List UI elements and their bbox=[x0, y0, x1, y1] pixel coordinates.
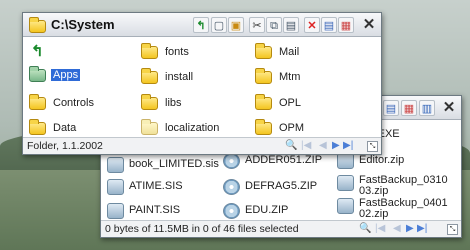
details-icon[interactable]: ▤ bbox=[321, 17, 337, 33]
cut-icon[interactable]: ✂ bbox=[249, 17, 265, 33]
folder-icon bbox=[255, 94, 272, 110]
file-item-defrag5[interactable]: DEFRAG5.ZIP bbox=[223, 178, 333, 200]
folder-item-libs[interactable]: libs bbox=[141, 94, 231, 113]
folder-label: Apps bbox=[51, 69, 81, 81]
folder-item-opm[interactable]: OPM bbox=[255, 119, 335, 138]
list-view-icon[interactable]: ▦ bbox=[401, 100, 417, 116]
front-window-close-button[interactable]: ✕ bbox=[360, 16, 378, 34]
folder-label: OPM bbox=[279, 122, 305, 134]
go-up-arrow-icon[interactable]: ↰ bbox=[31, 44, 44, 59]
folder-icon bbox=[255, 43, 272, 59]
back-status-text: 0 bytes of 11.5MB in 0 of 46 files selec… bbox=[105, 223, 299, 235]
front-window-titlebar[interactable]: C:\System ↰ ▢ ▣ ✂ ⧉ ▤ ✕ ▤ ▦ ✕ bbox=[23, 13, 381, 37]
folder-icon bbox=[141, 119, 158, 135]
icon-view-icon[interactable]: ▥ bbox=[419, 100, 435, 116]
back-status-bar: 0 bytes of 11.5MB in 0 of 46 files selec… bbox=[101, 220, 461, 237]
file-item-editor[interactable]: Editor.zip bbox=[337, 152, 447, 174]
folder-icon bbox=[255, 119, 272, 135]
zip-file-icon bbox=[223, 153, 240, 169]
up-arrow-icon[interactable]: ↰ bbox=[193, 17, 209, 33]
folder-label: install bbox=[165, 71, 194, 83]
folder-item-controls[interactable]: Controls bbox=[29, 94, 109, 113]
file-label: book_LIMITED.sis bbox=[129, 158, 219, 170]
folder-item-fonts[interactable]: fonts bbox=[141, 43, 231, 62]
folder-item-install[interactable]: install bbox=[141, 68, 231, 87]
next-page-icon[interactable]: ▶ bbox=[406, 223, 414, 235]
folder-label: localization bbox=[165, 122, 220, 134]
front-status-bar: Folder, 1.1.2002 🔍 |◀ ◀ ▶ ▶| ⤡ bbox=[23, 137, 381, 154]
list-view-icon[interactable]: ▦ bbox=[338, 17, 354, 33]
paste-icon[interactable]: ▤ bbox=[283, 17, 299, 33]
delete-icon[interactable]: ✕ bbox=[304, 17, 320, 33]
prev-page-icon[interactable]: ◀ bbox=[393, 223, 401, 235]
file-label: Editor.zip bbox=[359, 154, 405, 166]
file-label: DEFRAG5.ZIP bbox=[245, 180, 318, 192]
back-window-close-button[interactable]: ✕ bbox=[440, 99, 458, 117]
front-folder-window[interactable]: C:\System ↰ ▢ ▣ ✂ ⧉ ▤ ✕ ▤ ▦ ✕ ↰ Apps Con… bbox=[22, 12, 382, 155]
prev-page-icon[interactable]: ◀ bbox=[319, 140, 327, 152]
folder-label: libs bbox=[165, 97, 182, 109]
search-icon[interactable]: 🔍 bbox=[285, 140, 297, 152]
zip-file-icon bbox=[337, 198, 354, 214]
resize-grip-icon[interactable]: ⤡ bbox=[447, 224, 458, 235]
zip-file-icon bbox=[337, 175, 354, 191]
sis-file-icon bbox=[107, 203, 124, 219]
zip-file-icon bbox=[223, 203, 240, 219]
folder-icon bbox=[29, 119, 46, 135]
folder-label: Mtm bbox=[279, 71, 301, 83]
file-label: ATIME.SIS bbox=[129, 180, 183, 192]
zip-file-icon bbox=[223, 179, 240, 195]
file-item-book-limited[interactable]: book_LIMITED.sis bbox=[107, 156, 219, 178]
folder-item-mail[interactable]: Mail bbox=[255, 43, 335, 62]
sis-file-icon bbox=[107, 179, 124, 195]
first-page-icon[interactable]: |◀ bbox=[375, 223, 385, 235]
folder-label: Data bbox=[53, 122, 77, 134]
folder-icon bbox=[29, 94, 46, 110]
folder-icon bbox=[29, 17, 46, 33]
file-label: ADDER051.ZIP bbox=[245, 154, 323, 166]
copy-icon[interactable]: ⧉ bbox=[266, 17, 282, 33]
next-page-icon[interactable]: ▶ bbox=[332, 140, 340, 152]
last-page-icon[interactable]: ▶| bbox=[417, 223, 427, 235]
properties-icon[interactable]: ▣ bbox=[228, 17, 244, 33]
view-icon[interactable]: ▢ bbox=[211, 17, 227, 33]
folder-label: fonts bbox=[165, 46, 189, 58]
details-icon[interactable]: ▤ bbox=[383, 100, 399, 116]
search-icon[interactable]: 🔍 bbox=[359, 223, 371, 235]
folder-icon bbox=[141, 43, 158, 59]
folder-item-mtm[interactable]: Mtm bbox=[255, 68, 335, 87]
window-title: C:\System bbox=[51, 17, 115, 32]
folder-item-apps[interactable]: Apps bbox=[29, 66, 109, 85]
folder-icon bbox=[255, 68, 272, 84]
first-page-icon[interactable]: |◀ bbox=[301, 140, 311, 152]
folder-icon bbox=[141, 94, 158, 110]
folder-label: OPL bbox=[279, 97, 302, 109]
folder-icon bbox=[141, 68, 158, 84]
folder-item-localization[interactable]: localization bbox=[141, 119, 241, 138]
folder-label: Mail bbox=[279, 46, 300, 58]
file-item-adder[interactable]: ADDER051.ZIP bbox=[223, 152, 333, 174]
folder-item-opl[interactable]: OPL bbox=[255, 94, 335, 113]
file-label: FastBackup_0310 03.zip bbox=[359, 174, 448, 197]
folder-icon bbox=[29, 66, 46, 82]
sis-file-icon bbox=[107, 157, 124, 173]
folder-item-data[interactable]: Data bbox=[29, 119, 109, 138]
zip-file-icon bbox=[337, 153, 354, 169]
front-status-text: Folder, 1.1.2002 bbox=[27, 140, 103, 152]
last-page-icon[interactable]: ▶| bbox=[343, 140, 353, 152]
file-label: EDU.ZIP bbox=[245, 204, 289, 216]
folder-label: Controls bbox=[53, 97, 94, 109]
file-item-atime[interactable]: ATIME.SIS bbox=[107, 178, 217, 200]
file-label: FastBackup_0401 02.zip bbox=[359, 197, 448, 220]
file-label: PAINT.SIS bbox=[129, 204, 181, 216]
resize-grip-icon[interactable]: ⤡ bbox=[367, 141, 378, 152]
